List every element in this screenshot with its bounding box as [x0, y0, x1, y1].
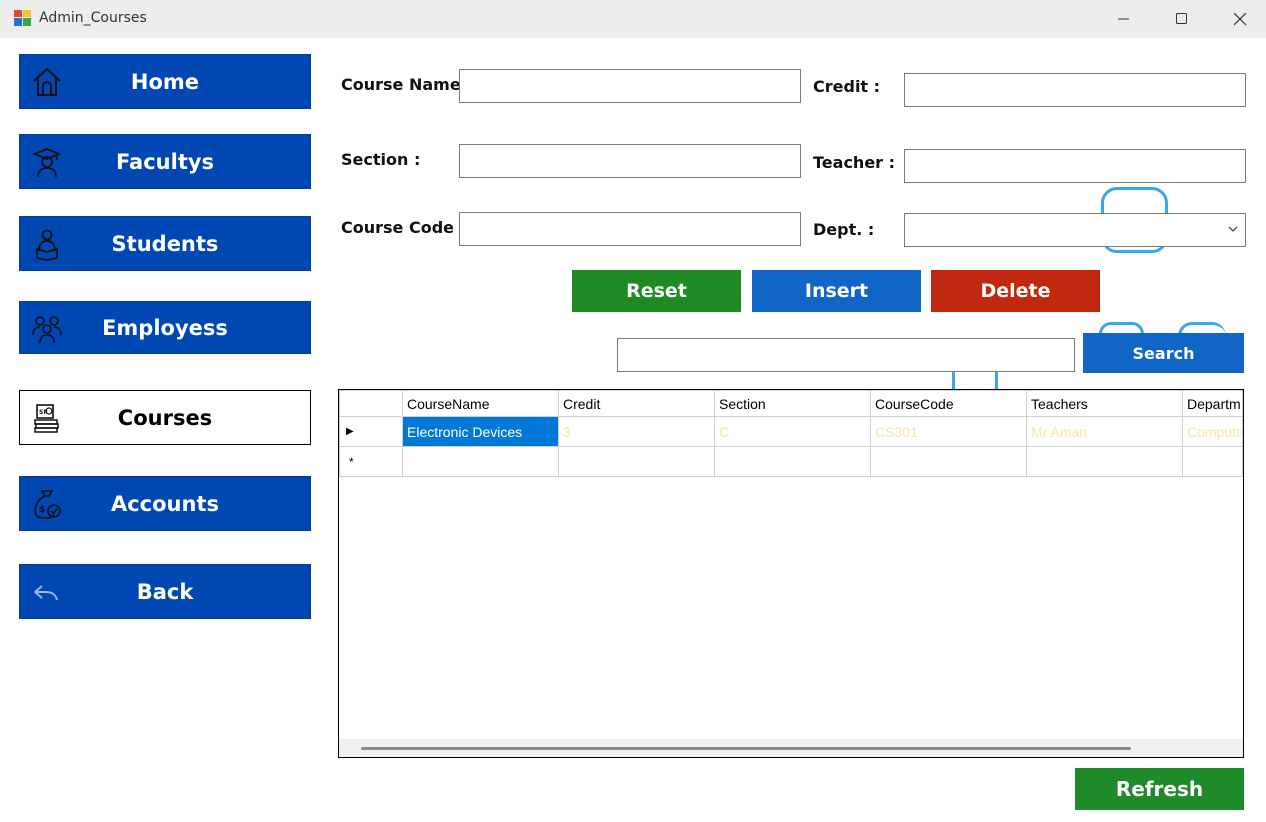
- column-header[interactable]: Departm: [1182, 390, 1243, 417]
- table-cell[interactable]: Computer: [1182, 416, 1243, 447]
- refresh-button[interactable]: Refresh: [1075, 768, 1244, 810]
- table-cell[interactable]: [714, 446, 871, 477]
- back-arrow-icon: [34, 584, 58, 600]
- nav-students-button[interactable]: Students: [19, 216, 311, 271]
- chevron-down-icon: [1228, 226, 1238, 232]
- title-bar: Admin_Courses: [0, 0, 1266, 38]
- course-code-input[interactable]: [459, 212, 801, 246]
- nav-home-button[interactable]: Home: [19, 54, 311, 109]
- dept-select[interactable]: [904, 213, 1246, 247]
- people-group-icon: [32, 315, 62, 343]
- column-header[interactable]: Teachers: [1026, 390, 1183, 417]
- money-bag-icon: $: [34, 489, 61, 519]
- table-cell[interactable]: Electronic Devices: [402, 416, 559, 447]
- window-title: Admin_Courses: [39, 10, 147, 26]
- graduate-icon: [32, 147, 62, 177]
- table-cell[interactable]: 3: [558, 416, 715, 447]
- column-header[interactable]: Credit: [558, 390, 715, 417]
- column-header[interactable]: CourseCode: [870, 390, 1027, 417]
- delete-button[interactable]: Delete: [931, 270, 1100, 312]
- nav-facultys-label: Facultys: [115, 149, 215, 174]
- dept-label: Dept. :: [813, 220, 875, 239]
- close-icon: [1233, 12, 1246, 25]
- credit-label: Credit :: [813, 77, 881, 96]
- nav-back-label: Back: [136, 579, 194, 604]
- window-client: Home Facultys Students Employess SR Cour…: [0, 38, 1266, 822]
- table-cell[interactable]: [870, 446, 1027, 477]
- nav-courses-label: Courses: [117, 405, 213, 430]
- table-cell[interactable]: C: [714, 416, 871, 447]
- table-cell[interactable]: [1026, 446, 1183, 477]
- new-row-indicator[interactable]: *: [339, 446, 403, 477]
- section-label: Section :: [341, 150, 421, 169]
- table-cell[interactable]: [1182, 446, 1243, 477]
- table-header-row: CourseName Credit Section CourseCode Tea…: [339, 390, 1243, 417]
- insert-button[interactable]: Insert: [752, 270, 921, 312]
- svg-text:$: $: [39, 505, 45, 515]
- search-input[interactable]: [617, 338, 1075, 372]
- maximize-button[interactable]: [1153, 0, 1211, 38]
- table-cell[interactable]: [558, 446, 715, 477]
- nav-home-label: Home: [130, 69, 200, 94]
- horizontal-scrollbar[interactable]: [339, 739, 1243, 757]
- app-icon: [14, 10, 31, 26]
- table-new-row[interactable]: *: [339, 446, 1243, 477]
- nav-accounts-label: Accounts: [110, 491, 219, 516]
- maximize-icon: [1176, 13, 1187, 24]
- course-name-label: Course Name: [341, 75, 461, 94]
- minimize-button[interactable]: [1095, 0, 1153, 38]
- nav-students-label: Students: [111, 231, 219, 256]
- nav-facultys-button[interactable]: Facultys: [19, 134, 311, 189]
- courses-data-grid[interactable]: CourseName Credit Section CourseCode Tea…: [338, 389, 1244, 758]
- minimize-icon: [1118, 18, 1129, 20]
- teacher-label: Teacher :: [813, 153, 896, 172]
- books-stack-icon: SR: [34, 403, 59, 433]
- house-icon: [33, 67, 61, 96]
- nav-employess-button[interactable]: Employess: [19, 301, 311, 354]
- teacher-input[interactable]: [904, 149, 1246, 183]
- section-input[interactable]: [459, 144, 801, 178]
- nav-back-button[interactable]: Back: [19, 564, 311, 619]
- course-code-label: Course Code :: [341, 218, 466, 237]
- nav-accounts-button[interactable]: $ Accounts: [19, 476, 311, 531]
- row-header-corner: [339, 390, 403, 417]
- scrollbar-thumb[interactable]: [361, 747, 1131, 750]
- nav-employess-label: Employess: [102, 315, 228, 340]
- reset-button[interactable]: Reset: [572, 270, 741, 312]
- close-button[interactable]: [1211, 0, 1266, 38]
- credit-input[interactable]: [904, 73, 1246, 107]
- courses-table: CourseName Credit Section CourseCode Tea…: [339, 390, 1243, 477]
- column-header[interactable]: Section: [714, 390, 871, 417]
- search-button[interactable]: Search: [1083, 333, 1244, 373]
- student-reading-icon: [36, 229, 58, 261]
- table-row[interactable]: ▶ Electronic Devices 3 C CS301 Mr Aman C…: [339, 416, 1243, 447]
- current-row-indicator[interactable]: ▶: [339, 416, 403, 447]
- table-cell[interactable]: [402, 446, 559, 477]
- table-cell[interactable]: Mr Aman: [1026, 416, 1183, 447]
- column-header[interactable]: CourseName: [402, 390, 559, 417]
- nav-courses-button[interactable]: SR Courses: [19, 390, 311, 445]
- course-name-input[interactable]: [459, 69, 801, 103]
- table-cell[interactable]: CS301: [870, 416, 1027, 447]
